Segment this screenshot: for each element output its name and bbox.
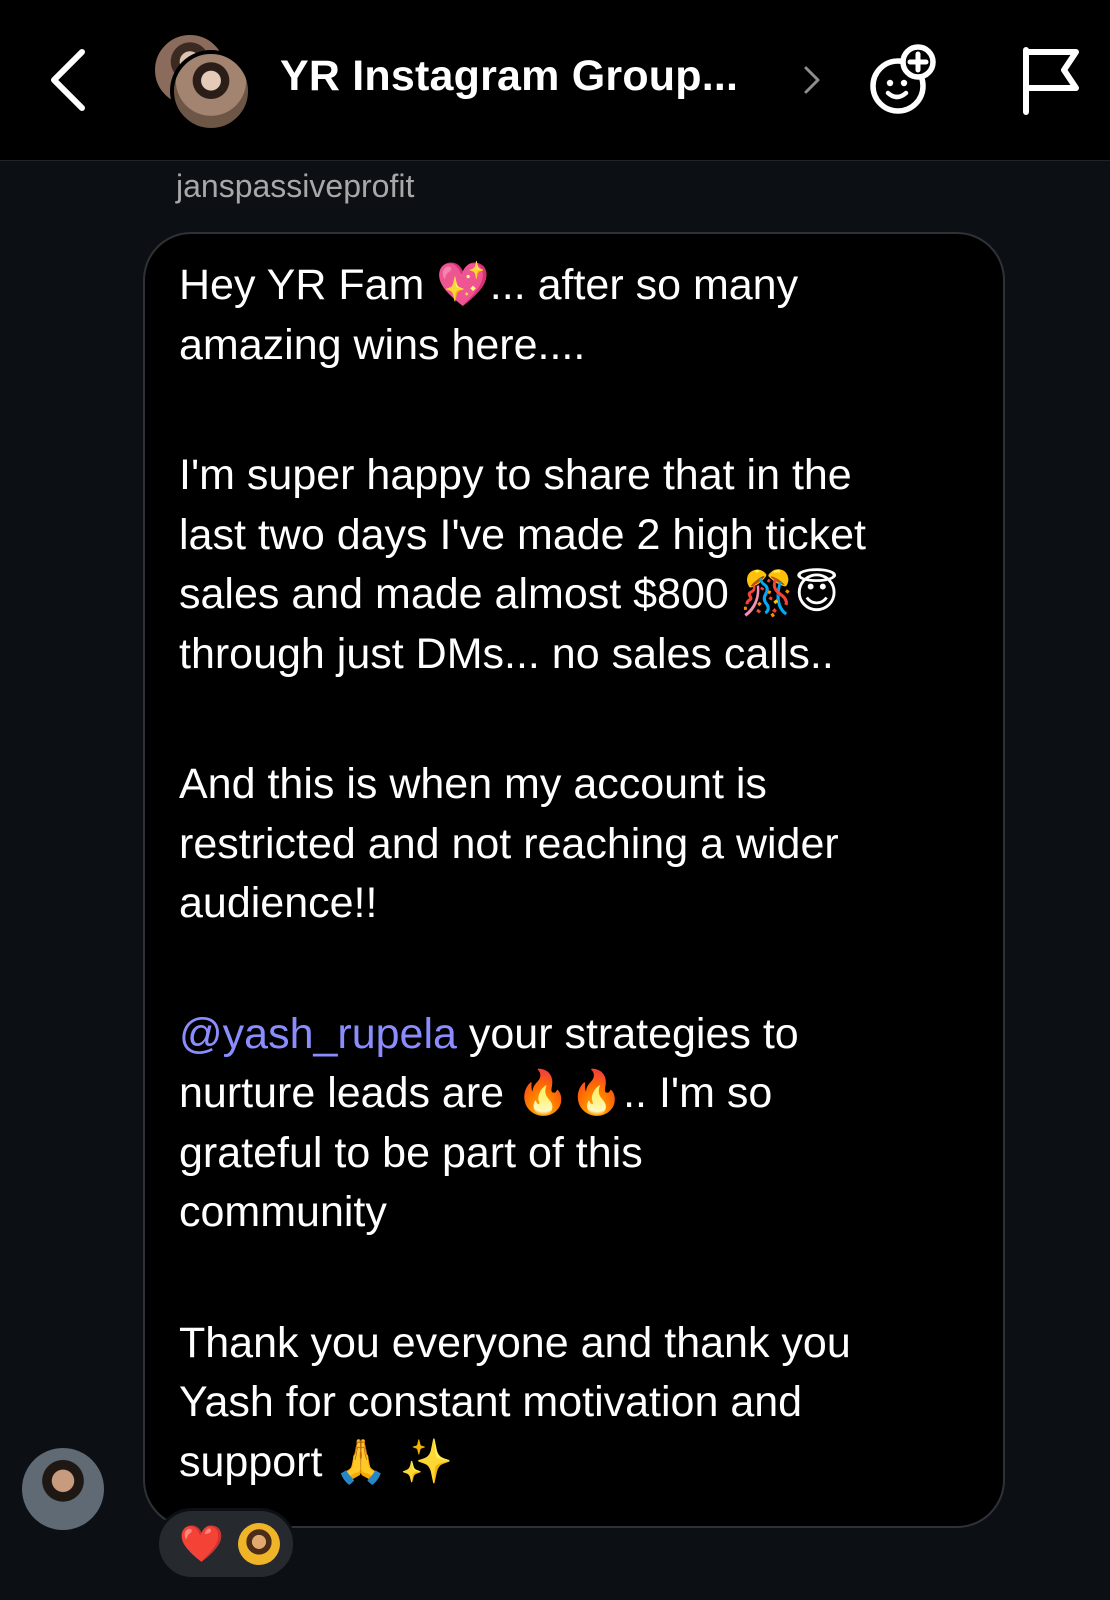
- face-plus-icon[interactable]: [862, 40, 942, 120]
- sender-username: janspassiveprofit: [176, 168, 415, 204]
- heart-reaction: ❤️: [179, 1523, 224, 1564]
- message-paragraph: Hey YR Fam 💖... after so many amazing wi…: [179, 261, 799, 369]
- message-paragraph: Thank you everyone and thank you Yash fo…: [179, 1318, 851, 1486]
- chat-header: YR Instagram Group...: [0, 0, 1110, 161]
- group-title[interactable]: YR Instagram Group...: [280, 52, 738, 101]
- chevron-left-icon: [51, 49, 85, 111]
- sender-avatar[interactable]: [22, 1448, 104, 1530]
- reactor-avatar: [237, 1523, 280, 1565]
- message-bubble[interactable]: Hey YR Fam 💖... after so many amazing wi…: [143, 232, 1005, 1528]
- message-paragraph: @yash_rupela your strategies to nurture …: [179, 1005, 971, 1243]
- back-button[interactable]: [40, 44, 96, 116]
- user-mention-link[interactable]: @yash_rupela: [179, 1010, 457, 1058]
- chevron-right-icon[interactable]: [800, 58, 824, 102]
- message-paragraph: I'm super happy to share that in the las…: [179, 451, 866, 678]
- reactions-pill[interactable]: ❤️: [156, 1508, 296, 1580]
- group-member-avatar: [170, 50, 252, 132]
- group-avatar[interactable]: [150, 30, 252, 132]
- message-paragraph: And this is when my account is restricte…: [179, 760, 839, 927]
- flag-icon[interactable]: [1018, 44, 1084, 116]
